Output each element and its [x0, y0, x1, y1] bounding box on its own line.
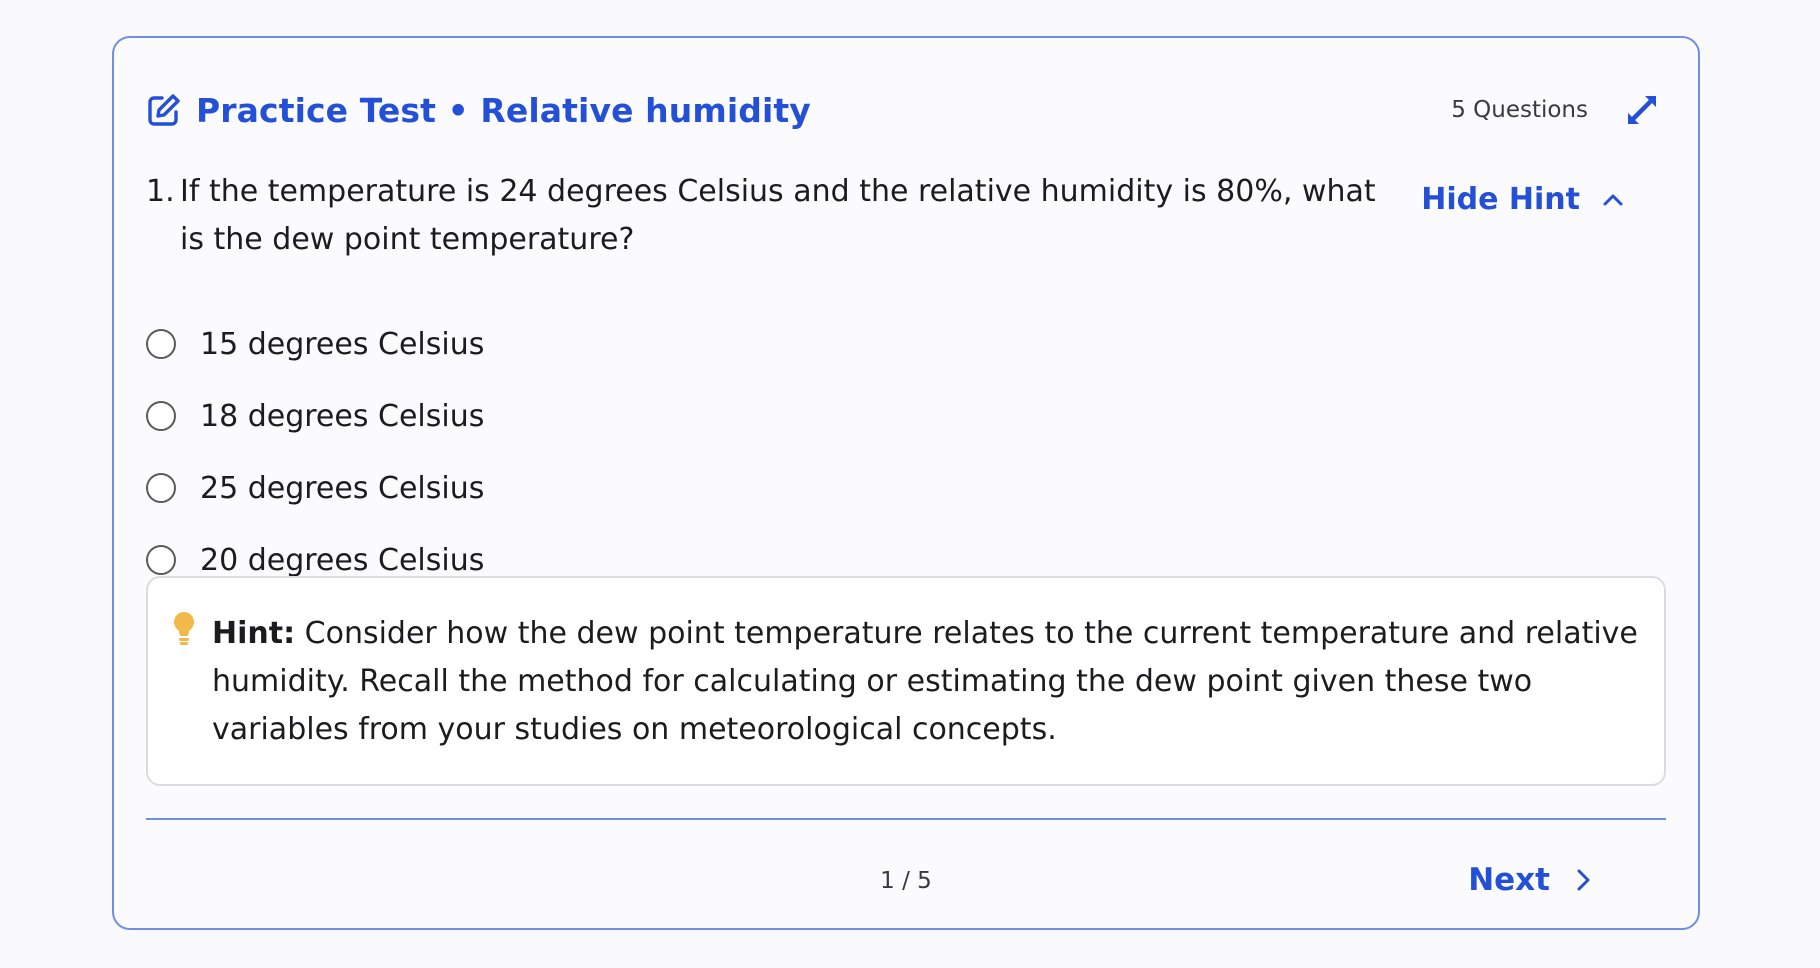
- next-label: Next: [1468, 862, 1550, 898]
- answer-option[interactable]: 25 degrees Celsius: [146, 452, 484, 524]
- option-label: 18 degrees Celsius: [200, 398, 485, 434]
- answer-options: 15 degrees Celsius 18 degrees Celsius 25…: [146, 308, 484, 596]
- answer-option[interactable]: 15 degrees Celsius: [146, 308, 484, 380]
- answer-option[interactable]: 18 degrees Celsius: [146, 380, 484, 452]
- radio-button[interactable]: [146, 401, 176, 431]
- chevron-up-icon: [1600, 187, 1626, 213]
- footer-divider: [146, 818, 1666, 820]
- page-indicator: 1 / 5: [880, 868, 932, 894]
- chevron-right-icon: [1570, 867, 1596, 893]
- page-title: Practice Test • Relative humidity: [196, 90, 811, 130]
- option-label: 20 degrees Celsius: [200, 542, 485, 578]
- question-text: If the temperature is 24 degrees Celsius…: [180, 174, 1376, 257]
- lightbulb-icon: [170, 610, 198, 646]
- card-header: Practice Test • Relative humidity 5 Ques…: [146, 80, 1660, 140]
- option-label: 25 degrees Celsius: [200, 470, 485, 506]
- expand-icon[interactable]: [1624, 92, 1660, 128]
- hint-text: Hint: Consider how the dew point tempera…: [212, 610, 1642, 754]
- question-count: 5 Questions: [1451, 97, 1588, 123]
- hint-body: Consider how the dew point temperature r…: [212, 616, 1638, 747]
- next-button[interactable]: Next: [1468, 862, 1596, 898]
- radio-button[interactable]: [146, 329, 176, 359]
- hint-label: Hint:: [212, 616, 296, 651]
- question-number: 1.: [146, 174, 175, 209]
- option-label: 15 degrees Celsius: [200, 326, 485, 362]
- hide-hint-button[interactable]: Hide Hint: [1421, 182, 1626, 217]
- question-row: 1. If the temperature is 24 degrees Cels…: [146, 168, 1660, 264]
- header-right: 5 Questions: [1451, 92, 1660, 128]
- hide-hint-label: Hide Hint: [1421, 182, 1580, 217]
- radio-button[interactable]: [146, 545, 176, 575]
- practice-test-card: Practice Test • Relative humidity 5 Ques…: [112, 36, 1700, 930]
- hint-box: Hint: Consider how the dew point tempera…: [146, 576, 1666, 786]
- radio-button[interactable]: [146, 473, 176, 503]
- card-footer: 1 / 5 Next: [146, 858, 1666, 908]
- edit-icon: [146, 92, 182, 128]
- title-group: Practice Test • Relative humidity: [146, 91, 811, 130]
